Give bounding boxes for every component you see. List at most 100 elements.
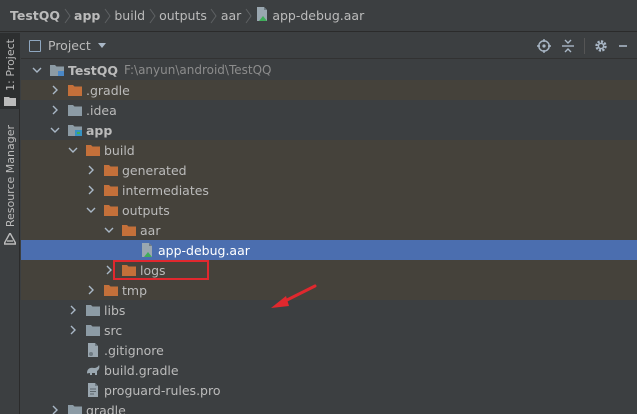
tree-row[interactable]: app: [21, 120, 637, 140]
tree-row-label: .gradle: [86, 82, 130, 98]
panel-title: Project: [48, 38, 91, 53]
folder-orange-icon: [103, 162, 119, 178]
breadcrumb-item-app[interactable]: app: [74, 8, 100, 23]
project-view-selector[interactable]: Project: [29, 38, 106, 53]
folder-orange-icon: [85, 142, 101, 158]
tree-row[interactable]: build.gradle: [21, 360, 637, 380]
project-path: F:\anyun\android\TestQQ: [124, 63, 272, 77]
chevron-down-icon[interactable]: [49, 124, 61, 136]
tree-row[interactable]: aar: [21, 220, 637, 240]
folder-orange-icon: [67, 82, 83, 98]
breadcrumb-item-testqq[interactable]: TestQQ: [10, 8, 60, 23]
breadcrumb-label: build: [114, 8, 146, 23]
aar-file-icon: [255, 6, 269, 25]
chevron-down-icon[interactable]: [85, 204, 97, 216]
chevron-down-icon: [97, 43, 106, 48]
folder-icon: [4, 96, 16, 106]
folder-gray-icon: [67, 402, 83, 414]
toolbar-divider: [584, 38, 585, 54]
text-file-icon: [85, 382, 101, 398]
tab-project-label: 1: Project: [3, 39, 17, 91]
tree-row[interactable]: libs: [21, 300, 637, 320]
tree-row-label: libs: [104, 302, 126, 318]
breadcrumb-label: TestQQ: [10, 8, 61, 23]
folder-orange-icon: [103, 202, 119, 218]
breadcrumb: TestQQ app build outputs aar app-debug.a…: [0, 0, 637, 32]
chevron-right-icon[interactable]: [67, 304, 79, 316]
tree-row[interactable]: generated: [21, 160, 637, 180]
folder-gray-icon: [67, 102, 83, 118]
tree-row-label: generated: [122, 162, 187, 178]
tree-row[interactable]: gradle: [21, 400, 637, 414]
tree-row-label: TestQQ: [68, 62, 119, 78]
breadcrumb-label: outputs: [159, 8, 207, 23]
panel-toolbar: [532, 33, 637, 59]
tree-row-label: outputs: [122, 202, 170, 218]
gradle-file-icon: [85, 362, 101, 378]
tree-row-label: src: [104, 322, 123, 338]
locate-icon[interactable]: [532, 34, 556, 58]
project-view-icon: [29, 39, 41, 52]
aar-file-icon: [139, 242, 155, 258]
folder-orange-icon: [121, 222, 137, 238]
tree-row-label: aar: [140, 222, 161, 238]
module-icon: [49, 62, 65, 78]
tree-row[interactable]: intermediates: [21, 180, 637, 200]
tree-row-label: .idea: [86, 102, 117, 118]
chevron-right-icon[interactable]: [85, 164, 97, 176]
collapse-all-icon[interactable]: [556, 34, 580, 58]
hide-icon[interactable]: [613, 34, 637, 58]
chevron-right-icon[interactable]: [85, 284, 97, 296]
tab-resource-manager[interactable]: Resource Manager: [0, 125, 20, 251]
resource-manager-icon: [4, 233, 16, 245]
breadcrumb-separator-icon: [241, 6, 255, 26]
tree-row-label: gradle: [86, 402, 126, 414]
tree-row[interactable]: .gitignore: [21, 340, 637, 360]
tree-row-label: .gitignore: [104, 342, 164, 358]
tree-row[interactable]: TestQQ F:\anyun\android\TestQQ: [21, 60, 637, 80]
tab-resource-manager-label: Resource Manager: [3, 125, 17, 228]
tree-row[interactable]: outputs: [21, 200, 637, 220]
tree-row-label: intermediates: [122, 182, 209, 198]
tree-row[interactable]: .gradle: [21, 80, 637, 100]
breadcrumb-item-app-debug-aar[interactable]: app-debug.aar: [255, 6, 364, 25]
tree-row-selected[interactable]: app-debug.aar: [21, 240, 637, 260]
tree-row-label: build: [104, 142, 135, 158]
tree-row[interactable]: .idea: [21, 100, 637, 120]
tree-row[interactable]: build: [21, 140, 637, 160]
chevron-right-icon[interactable]: [49, 84, 61, 96]
breadcrumb-item-aar[interactable]: aar: [221, 8, 241, 23]
chevron-right-icon[interactable]: [49, 404, 61, 414]
folder-gray-icon: [85, 322, 101, 338]
breadcrumb-label: app-debug.aar: [272, 8, 365, 23]
breadcrumb-separator-icon: [145, 6, 159, 26]
chevron-down-icon[interactable]: [67, 144, 79, 156]
breadcrumb-item-build[interactable]: build: [114, 8, 145, 23]
chevron-right-icon[interactable]: [67, 324, 79, 336]
chevron-down-icon[interactable]: [103, 224, 115, 236]
breadcrumb-separator-icon: [60, 6, 74, 26]
breadcrumb-item-outputs[interactable]: outputs: [159, 8, 207, 23]
breadcrumb-label: app: [74, 8, 101, 23]
chevron-right-icon[interactable]: [85, 184, 97, 196]
tree-row-label: app-debug.aar: [158, 242, 250, 258]
breadcrumb-separator-icon: [207, 6, 221, 26]
tree-row[interactable]: src: [21, 320, 637, 340]
tree-row[interactable]: tmp: [21, 280, 637, 300]
folder-orange-icon: [103, 282, 119, 298]
folder-orange-icon: [103, 182, 119, 198]
breadcrumb-label: aar: [220, 8, 242, 23]
gear-icon[interactable]: [589, 34, 613, 58]
chevron-down-icon[interactable]: [31, 64, 43, 76]
project-tree[interactable]: TestQQ F:\anyun\android\TestQQ .gradle .ide…: [21, 60, 637, 414]
chevron-right-icon[interactable]: [49, 104, 61, 116]
tab-project[interactable]: 1: Project: [0, 33, 20, 109]
tree-row-label: tmp: [122, 282, 148, 298]
annotation-arrow-icon: [271, 284, 317, 308]
tree-row[interactable]: proguard-rules.pro: [21, 380, 637, 400]
tree-row-label: proguard-rules.pro: [104, 382, 221, 398]
android-module-icon: [67, 122, 83, 138]
tree-row-label: build.gradle: [104, 362, 179, 378]
tool-window-strip: 1: Project Resource Manager: [0, 33, 20, 414]
tree-row-label: app: [86, 122, 113, 138]
